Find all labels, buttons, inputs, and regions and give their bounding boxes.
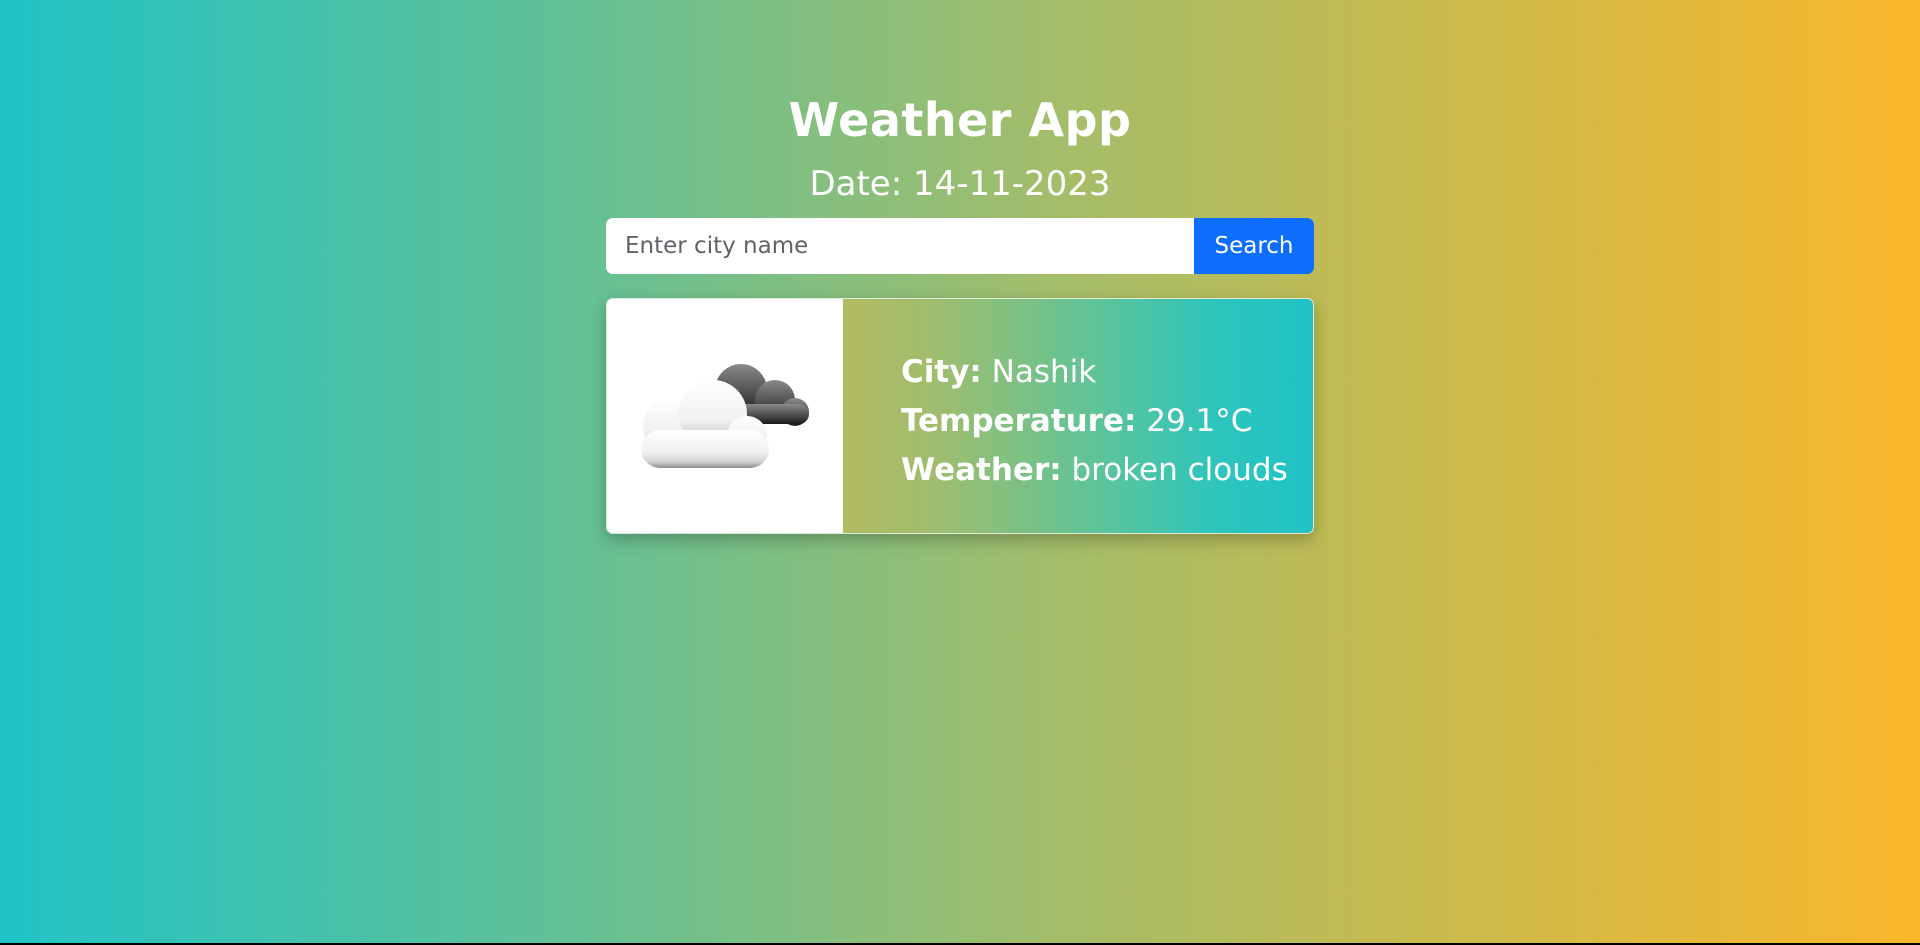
city-label: City: (901, 354, 982, 390)
temperature-label: Temperature: (901, 403, 1137, 439)
condition-row: Weather: broken clouds (901, 446, 1313, 495)
search-button[interactable]: Search (1194, 218, 1314, 274)
page-title: Weather App (788, 93, 1132, 147)
search-bar: Search (606, 218, 1314, 274)
weather-info-panel: City: Nashik Temperature: 29.1°C Weather… (843, 299, 1313, 533)
broken-clouds-icon (641, 364, 809, 468)
date-display: Date: 14-11-2023 (809, 164, 1111, 204)
condition-label: Weather: (901, 452, 1062, 488)
condition-value: broken clouds (1071, 452, 1288, 488)
city-search-input[interactable] (606, 218, 1194, 274)
weather-icon-panel (607, 299, 843, 533)
city-row: City: Nashik (901, 348, 1313, 397)
city-value: Nashik (991, 354, 1097, 390)
temperature-row: Temperature: 29.1°C (901, 397, 1313, 446)
weather-card: City: Nashik Temperature: 29.1°C Weather… (606, 298, 1314, 534)
temperature-value: 29.1°C (1146, 403, 1253, 439)
